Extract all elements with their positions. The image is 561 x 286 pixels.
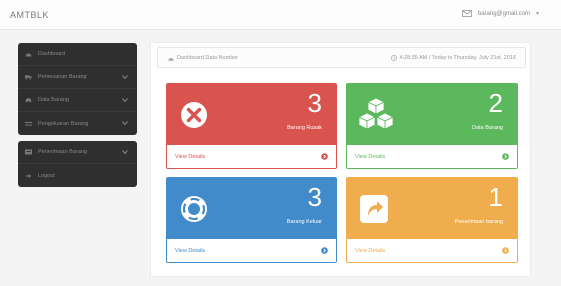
clock-readout: 4:28:35 AM / Today is Thursday, July 21s… bbox=[390, 55, 517, 61]
truck-icon bbox=[25, 74, 32, 81]
card-header: 3 Barang Rusak bbox=[167, 84, 336, 145]
sidebar-item-data-barang[interactable]: Data Barang bbox=[18, 89, 137, 112]
lifebuoy-icon bbox=[181, 196, 207, 222]
card-header: 3 Barang Keluar bbox=[167, 178, 336, 239]
view-details-link[interactable]: View Details bbox=[347, 239, 517, 262]
arrow-circle-right-icon bbox=[321, 153, 328, 160]
view-details-label: View Details bbox=[355, 248, 386, 254]
card-header: 2 Data Barang bbox=[347, 84, 517, 145]
stat-label: Penerimaan barang bbox=[454, 219, 503, 225]
sidebar-item-label: Penerimaan Barang bbox=[38, 149, 87, 155]
envelope-icon bbox=[461, 10, 472, 17]
stat-card-penerimaan-barang: 1 Penerimaan barang View Details bbox=[346, 177, 518, 263]
close-circle-icon bbox=[181, 102, 207, 128]
breadcrumb: Dashboard Data Number bbox=[168, 55, 238, 61]
list-icon bbox=[25, 120, 32, 127]
sidebar-item-pemesanan-barang[interactable]: Pemesanan Barang bbox=[18, 66, 137, 89]
stat-card-barang-rusak: 3 Barang Rusak View Details bbox=[166, 83, 337, 169]
share-icon bbox=[360, 195, 388, 223]
inbox-icon bbox=[25, 149, 32, 156]
clock-icon bbox=[390, 55, 397, 61]
sidebar-item-label: Logout bbox=[38, 172, 55, 179]
dashboard-icon bbox=[25, 51, 32, 58]
chevron-down-icon bbox=[122, 75, 128, 80]
user-email: barang@gmail.com bbox=[477, 10, 530, 17]
sidebar: Dashboard Pemesanan Barang Data Barang P… bbox=[18, 43, 137, 193]
stat-label: Data Barang bbox=[472, 125, 503, 131]
stat-value: 2 bbox=[488, 88, 503, 118]
stat-value: 3 bbox=[307, 88, 322, 118]
card-header: 1 Penerimaan barang bbox=[347, 178, 517, 239]
sidebar-item-label: Dashboard bbox=[38, 51, 65, 57]
view-details-link[interactable]: View Details bbox=[167, 239, 336, 262]
arrow-circle-right-icon bbox=[502, 247, 509, 254]
top-navbar: AMTBLK barang@gmail.com ▾ bbox=[0, 0, 561, 30]
stat-value: 3 bbox=[307, 182, 322, 212]
stat-card-barang-keluar: 3 Barang Keluar View Details bbox=[166, 177, 337, 263]
stat-value: 1 bbox=[488, 182, 503, 212]
dashboard-icon bbox=[168, 57, 174, 61]
stat-label: Barang Keluar bbox=[286, 219, 322, 225]
sidebar-item-pengeluaran-barang[interactable]: Pengeluaran Barang bbox=[18, 112, 137, 135]
car-icon bbox=[25, 97, 32, 104]
sidebar-item-label: Pemesanan Barang bbox=[38, 74, 87, 80]
view-details-label: View Details bbox=[355, 154, 386, 160]
datetime-text: 4:28:35 AM / Today is Thursday, July 21s… bbox=[399, 55, 517, 61]
view-details-link[interactable]: View Details bbox=[167, 145, 336, 168]
chevron-down-icon bbox=[122, 98, 128, 103]
view-details-label: View Details bbox=[175, 154, 206, 160]
cubes-icon bbox=[358, 97, 394, 130]
sidebar-item-label: Pengeluaran Barang bbox=[38, 120, 89, 127]
view-details-link[interactable]: View Details bbox=[347, 145, 517, 168]
stat-card-data-barang: 2 Data Barang View Details bbox=[346, 83, 518, 169]
main-content: Dashboard Data Number 4:28:35 AM / Today… bbox=[150, 42, 531, 277]
sidebar-item-logout[interactable]: Logout bbox=[18, 164, 137, 187]
page-title: Dashboard Data Number bbox=[177, 55, 239, 61]
sidebar-item-dashboard[interactable]: Dashboard bbox=[18, 43, 137, 66]
view-details-label: View Details bbox=[175, 248, 206, 254]
logout-icon bbox=[25, 172, 32, 179]
dashboard-info-bar: Dashboard Data Number 4:28:35 AM / Today… bbox=[157, 47, 526, 68]
chevron-down-icon: ▾ bbox=[535, 11, 539, 17]
sidebar-group-main: Dashboard Pemesanan Barang Data Barang P… bbox=[18, 43, 137, 135]
chevron-down-icon bbox=[122, 150, 128, 155]
sidebar-group-secondary: Penerimaan Barang Logout bbox=[18, 141, 137, 187]
sidebar-item-label: Data Barang bbox=[38, 97, 69, 103]
chevron-down-icon bbox=[122, 121, 128, 126]
brand-logo[interactable]: AMTBLK bbox=[10, 10, 49, 20]
sidebar-item-penerimaan-barang[interactable]: Penerimaan Barang bbox=[18, 141, 137, 164]
stat-label: Barang Rusak bbox=[287, 125, 322, 131]
arrow-circle-right-icon bbox=[321, 247, 328, 254]
user-menu[interactable]: barang@gmail.com ▾ bbox=[461, 10, 539, 17]
arrow-circle-right-icon bbox=[502, 153, 509, 160]
